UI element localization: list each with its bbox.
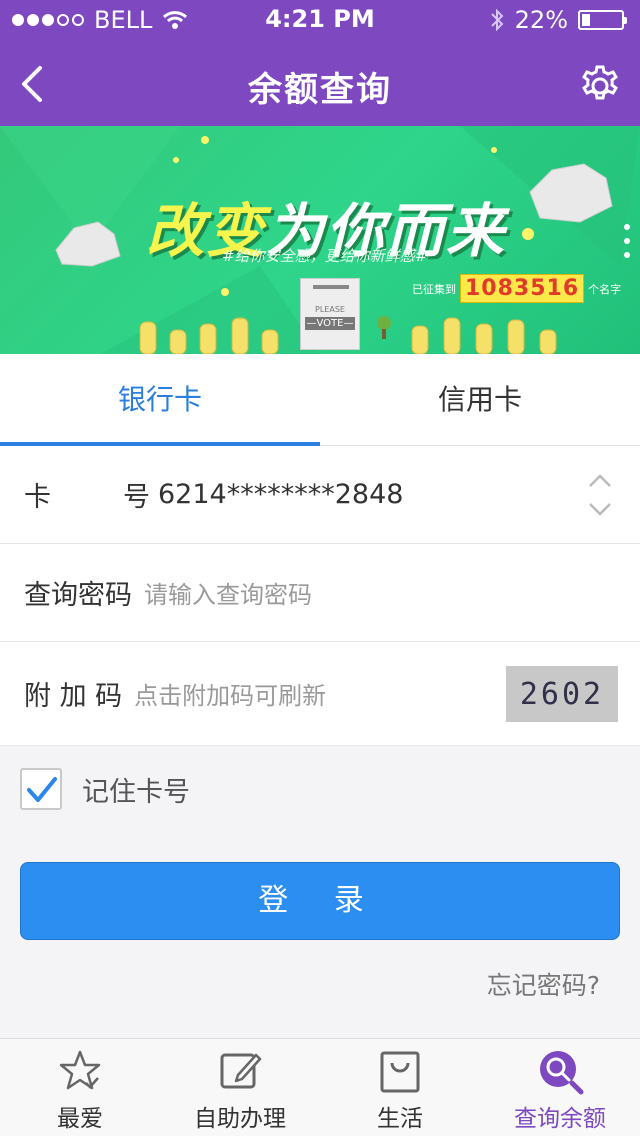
login-button[interactable]: 登 录 <box>20 862 620 940</box>
battery-icon <box>578 10 627 30</box>
password-input[interactable]: 请输入查询密码 <box>144 575 312 610</box>
battery-percent: 22% <box>514 6 568 34</box>
checkmark-icon <box>27 777 57 802</box>
status-bar: BELL 4:21 PM 22% <box>0 0 640 40</box>
tabbar-item-balance-query[interactable]: 查询余额 <box>480 1039 640 1136</box>
remember-card-option[interactable]: 记住卡号 <box>20 768 190 810</box>
captcha-label: 附 加 码 <box>24 681 123 712</box>
shopping-bag-icon <box>380 1051 420 1093</box>
carousel-indicator[interactable] <box>624 224 630 258</box>
password-label: 查询密码 <box>24 580 132 611</box>
star-icon <box>59 1050 101 1090</box>
counter-value: 1083516 <box>460 274 585 303</box>
search-icon <box>540 1051 584 1095</box>
card-number-value: 6214********2848 <box>158 479 404 510</box>
chevron-up-down-icon[interactable] <box>586 468 614 522</box>
query-form: 卡号 6214********2848 查询密码 请输入查询密码 附 加 码 点… <box>0 446 640 746</box>
tabbar-item-favorites[interactable]: 最爱 <box>0 1039 160 1136</box>
captcha-image[interactable]: 2602 <box>506 666 618 722</box>
gear-icon[interactable] <box>578 64 622 108</box>
ballot-box-icon: PLEASE —VOTE— <box>300 278 360 350</box>
promo-banner[interactable]: 改变为你而来 #给你安全感，更给你新鲜感# 已征集到 1083516 个名字 P… <box>0 126 640 354</box>
page-title: 余额查询 <box>248 70 392 110</box>
status-bar-right: 22% <box>489 6 627 34</box>
tab-credit-card[interactable]: 信用卡 <box>320 354 640 445</box>
tabbar-item-life[interactable]: 生活 <box>320 1039 480 1136</box>
captcha-row: 附 加 码 点击附加码可刷新 2602 <box>0 642 640 746</box>
forgot-password-link[interactable]: 忘记密码? <box>487 966 600 1002</box>
card-number-row[interactable]: 卡号 6214********2848 <box>0 446 640 544</box>
tabbar-item-self-service[interactable]: 自助办理 <box>160 1039 320 1136</box>
bluetooth-icon <box>490 8 504 32</box>
banner-subtitle: #给你安全感，更给你新鲜感# <box>222 247 428 265</box>
card-number-label: 卡号 <box>24 482 150 513</box>
bottom-tab-bar: 最爱 自助办理 生活 查询余额 <box>0 1038 640 1136</box>
edit-icon <box>220 1053 262 1089</box>
password-row: 查询密码 请输入查询密码 <box>0 544 640 642</box>
captcha-input[interactable]: 点击附加码可刷新 <box>134 676 326 711</box>
card-type-tabs: 银行卡 信用卡 <box>0 354 640 446</box>
tab-bank-card[interactable]: 银行卡 <box>0 354 320 446</box>
remember-label: 记住卡号 <box>82 776 190 808</box>
banner-counter: 已征集到 1083516 个名字 <box>412 274 622 303</box>
nav-bar: 余额查询 <box>0 40 640 126</box>
remember-checkbox[interactable] <box>20 768 62 810</box>
